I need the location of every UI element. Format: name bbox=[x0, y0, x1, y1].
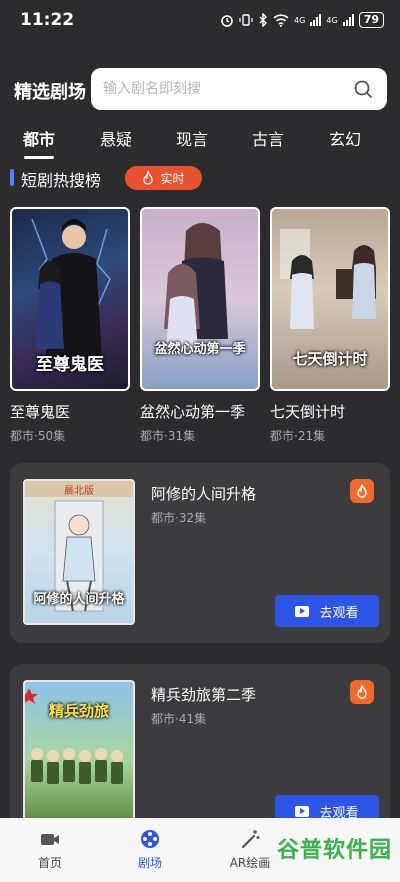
realtime-badge-label: 实时 bbox=[160, 171, 185, 186]
drama-title[interactable]: 盆然心动第一季 bbox=[140, 401, 260, 422]
header: 精选剧场 bbox=[0, 68, 400, 110]
tab-xuanhuan[interactable]: 玄幻 bbox=[315, 126, 375, 150]
status-time: 11:22 bbox=[20, 10, 75, 30]
hot-drama-card[interactable]: 至尊鬼医 至尊鬼医 都市·50集 bbox=[10, 207, 130, 444]
drama-meta: 都市·31集 bbox=[140, 429, 196, 443]
drama-meta: 都市·21集 bbox=[270, 429, 326, 443]
cover-top-text: 晨北版 bbox=[64, 486, 94, 497]
drama-cover[interactable]: 盆然心动第一季 bbox=[140, 207, 260, 391]
vibrate-icon bbox=[239, 14, 253, 26]
cover-art bbox=[164, 223, 228, 349]
signal-label: 4G bbox=[294, 15, 306, 25]
cover-title-art: 盆然心动第一季 bbox=[154, 342, 246, 357]
play-icon bbox=[295, 605, 310, 617]
search-icon[interactable] bbox=[353, 79, 373, 99]
flame-icon bbox=[357, 685, 367, 699]
cover-title-art: 至尊鬼医 bbox=[36, 355, 104, 375]
cover-title-art: 精兵劲旅 bbox=[48, 702, 109, 720]
drama-meta: 都市·32集 bbox=[151, 511, 207, 525]
wifi-icon bbox=[273, 13, 289, 27]
film-reel-icon bbox=[141, 830, 159, 848]
tab-xuanyi[interactable]: 悬疑 bbox=[86, 126, 146, 150]
battery-indicator: 79 bbox=[358, 12, 384, 28]
drama-cover[interactable]: 晨北版 阿修的人间升格 bbox=[23, 479, 135, 625]
hot-drama-card[interactable]: 盆然心动第一季 盆然心动第一季 都市·31集 bbox=[140, 207, 260, 444]
drama-title[interactable]: 精兵劲旅第二季 bbox=[151, 684, 256, 705]
section-accent-bar bbox=[10, 169, 14, 186]
watch-button-label: 去观看 bbox=[319, 605, 359, 621]
hot-drama-card[interactable]: 七天倒计时 七天倒计时 都市·21集 bbox=[270, 207, 390, 444]
drama-title[interactable]: 七天倒计时 bbox=[270, 401, 390, 422]
tab-guyan[interactable]: 古言 bbox=[238, 126, 298, 150]
drama-cover[interactable]: 七天倒计时 bbox=[270, 207, 390, 391]
hot-flame-button[interactable] bbox=[350, 479, 374, 503]
status-bar: 11:22 4G 4G 79 bbox=[0, 0, 400, 40]
video-camera-icon bbox=[41, 834, 59, 845]
hot-flame-button[interactable] bbox=[350, 680, 374, 704]
flame-icon bbox=[357, 484, 367, 498]
page-title: 精选剧场 bbox=[14, 82, 86, 103]
drama-cover[interactable]: 精兵劲旅 bbox=[23, 680, 135, 826]
signal-icon-2 bbox=[342, 14, 354, 26]
realtime-badge[interactable]: 实时 bbox=[125, 166, 202, 190]
cover-title-art: 阿修的人间升格 bbox=[33, 592, 125, 607]
drama-title[interactable]: 至尊鬼医 bbox=[10, 401, 130, 422]
active-tab-indicator bbox=[24, 156, 54, 159]
cover-title-art: 七天倒计时 bbox=[292, 350, 368, 368]
flame-icon bbox=[143, 171, 154, 185]
section-title: 短剧热搜榜 bbox=[21, 171, 102, 190]
nav-label: 首页 bbox=[37, 856, 62, 870]
alarm-icon bbox=[221, 15, 233, 27]
drama-cover[interactable]: 至尊鬼医 bbox=[10, 207, 130, 391]
nav-item-theater[interactable]: 剧场 bbox=[110, 828, 190, 871]
featured-drama-card[interactable]: 精兵劲旅 精兵劲旅第二季 都市·41集 去观看 bbox=[10, 664, 390, 834]
category-tabs: 都市 悬疑 现言 古言 玄幻 bbox=[0, 118, 400, 162]
section-header: 短剧热搜榜 实时 bbox=[0, 166, 400, 192]
search-input[interactable] bbox=[103, 68, 343, 110]
drama-meta: 都市·41集 bbox=[151, 712, 207, 726]
status-icons: 4G 4G 79 bbox=[220, 12, 384, 28]
search-box[interactable] bbox=[91, 68, 387, 110]
watch-button[interactable]: 去观看 bbox=[275, 595, 379, 627]
play-icon bbox=[295, 805, 310, 817]
nav-item-home[interactable]: 首页 bbox=[10, 828, 90, 871]
tab-dushi[interactable]: 都市 bbox=[9, 126, 69, 150]
signal-label-2: 4G bbox=[326, 15, 338, 25]
featured-drama-card[interactable]: 晨北版 阿修的人间升格 阿修的人间升格 都市·32集 去观看 bbox=[10, 463, 390, 643]
bluetooth-icon bbox=[259, 13, 268, 27]
drama-meta: 都市·50集 bbox=[10, 429, 66, 443]
magic-wand-icon bbox=[241, 830, 260, 849]
drama-title[interactable]: 阿修的人间升格 bbox=[151, 483, 256, 504]
nav-label: 剧场 bbox=[137, 856, 162, 870]
signal-icon bbox=[310, 14, 322, 26]
tab-xianyan[interactable]: 现言 bbox=[162, 126, 222, 150]
watermark-logo: 谷普软件园 bbox=[276, 838, 392, 863]
